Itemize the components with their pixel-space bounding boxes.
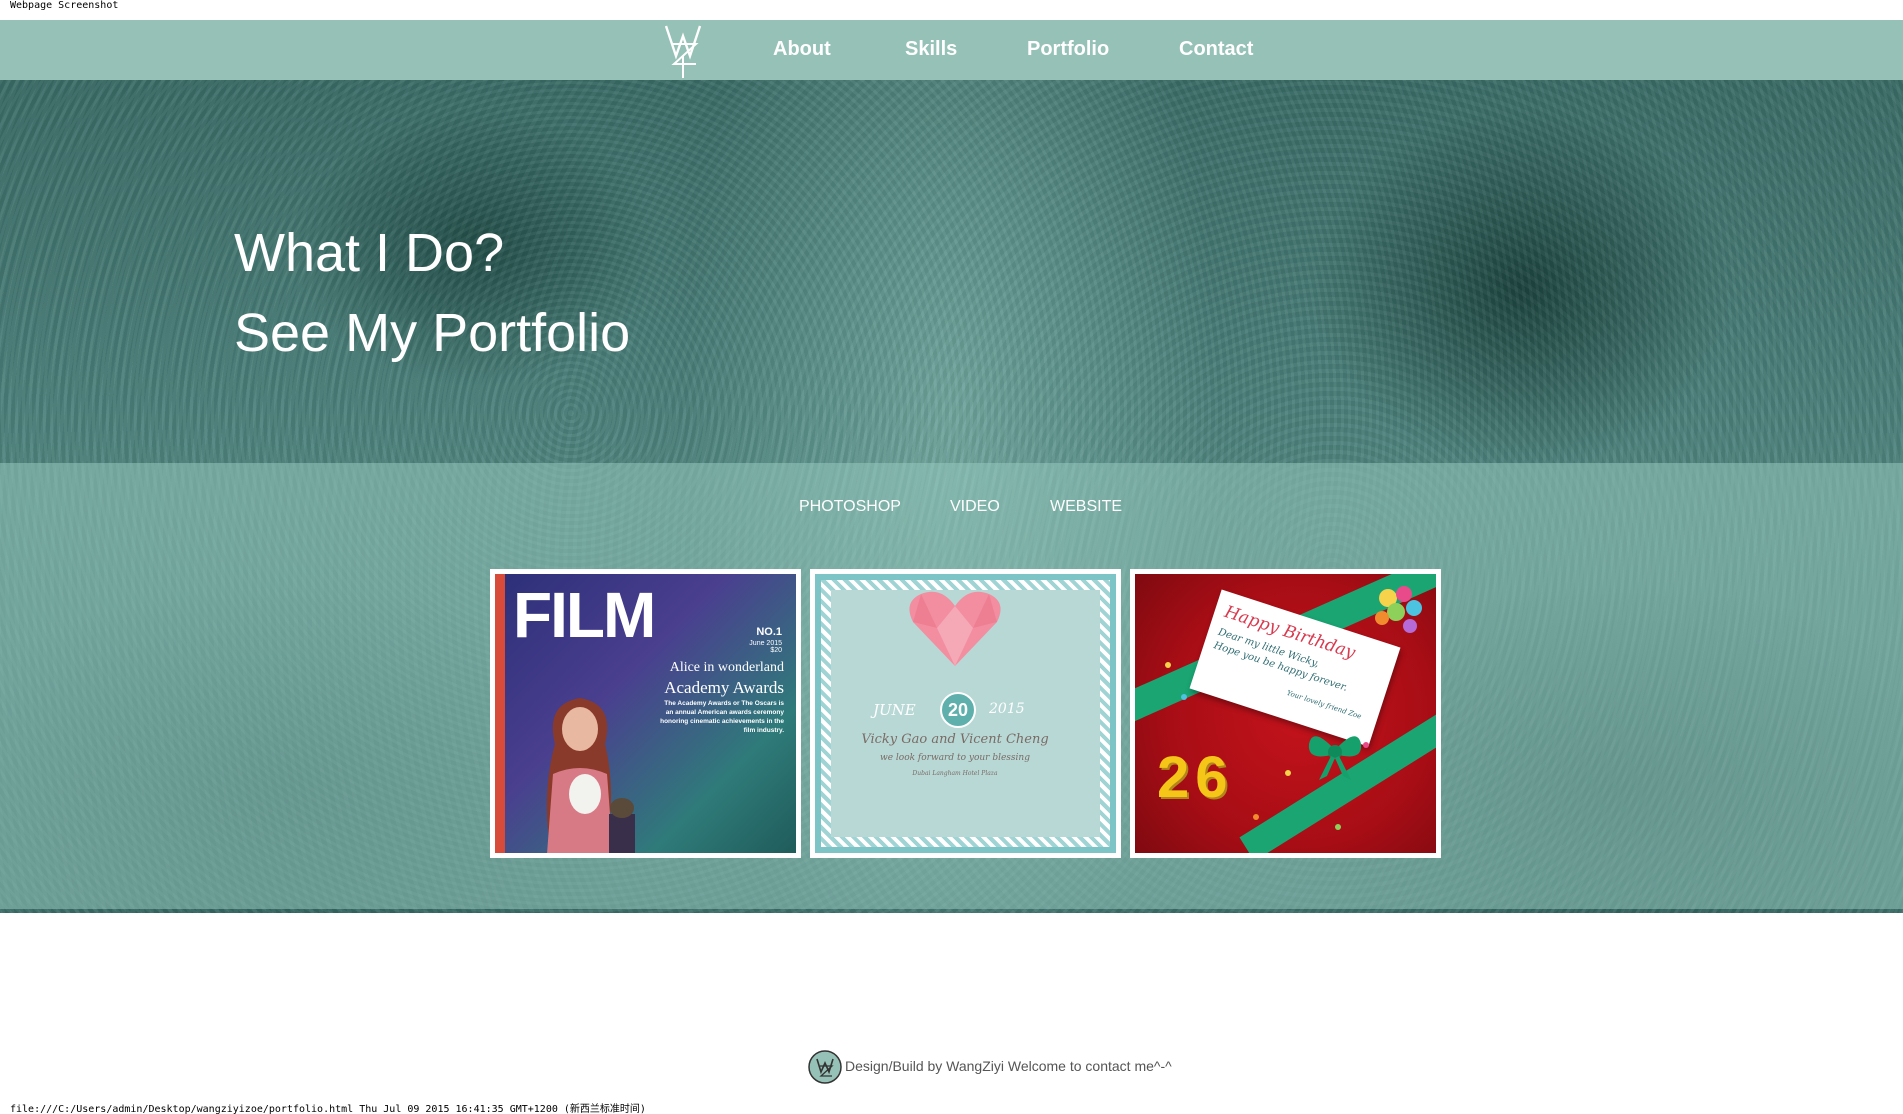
film-poster-image: FILM NO.1 June 2015 $20 Alice in wonderl…	[495, 574, 796, 853]
confetti-dot	[1181, 694, 1187, 700]
poster-date-text: June 2015	[749, 640, 782, 647]
print-header: Webpage Screenshot	[10, 0, 119, 11]
wedding-month: JUNE	[873, 701, 916, 719]
print-footer: file:///C:/Users/admin/Desktop/wangziyiz…	[10, 1104, 646, 1114]
tab-website[interactable]: WEBSITE	[1050, 495, 1122, 519]
poster-title: FILM	[513, 579, 656, 651]
footer: Design/Build by WangZiyi Welcome to cont…	[0, 1046, 1903, 1086]
portfolio-card-birthday[interactable]: Happy Birthday Dear my little Wicky, Hop…	[1130, 569, 1441, 858]
alice-figure-illustration	[546, 698, 635, 853]
wedding-names: Vicky Gao and Vicent Cheng	[861, 732, 1049, 747]
nav-link-about[interactable]: About	[773, 34, 831, 64]
nav-link-portfolio[interactable]: Portfolio	[1027, 34, 1109, 64]
wz-monogram-logo-icon[interactable]	[662, 22, 704, 80]
poster-issue: NO.1	[756, 626, 782, 638]
portfolio-card-film[interactable]: FILM NO.1 June 2015 $20 Alice in wonderl…	[490, 569, 801, 858]
poster-accent	[495, 574, 505, 853]
hero-section: What I Do? See My Portfolio PHOTOSHOP VI…	[0, 80, 1903, 913]
hero-title-line1: What I Do?	[234, 223, 505, 283]
confetti-dot	[1363, 742, 1369, 748]
confetti-dot	[1165, 662, 1171, 668]
poster-subtitle1: Alice in wonderland	[669, 660, 784, 675]
candle-number: 26	[1157, 745, 1234, 810]
poster-date: June 2015 $20	[749, 640, 782, 654]
hero-title-line2: See My Portfolio	[234, 303, 631, 363]
poster-subtitle2: Academy Awards	[664, 678, 784, 697]
portfolio-card-wedding[interactable]: JUNE 20 2015 Vicky Gao and Vicent Cheng …	[810, 569, 1121, 858]
poster-price: $20	[770, 647, 782, 654]
wedding-invitation-image: JUNE 20 2015 Vicky Gao and Vicent Cheng …	[815, 574, 1116, 853]
wedding-day-badge: 20	[940, 692, 976, 728]
birthday-card-image: Happy Birthday Dear my little Wicky, Hop…	[1135, 574, 1436, 853]
wedding-venue: Dubai Langham Hotel Plaza	[912, 770, 998, 777]
poster-blurb: The Academy Awards or The Oscars is an a…	[660, 700, 784, 734]
confetti-dot	[1253, 814, 1259, 820]
nav-link-skills[interactable]: Skills	[905, 34, 957, 64]
navbar: About Skills Portfolio Contact	[0, 20, 1903, 80]
heart-icon	[909, 591, 1001, 666]
greeting-signature: Your lovely friend Zoe	[1285, 688, 1363, 721]
confetti-dot	[1285, 770, 1291, 776]
footer-credit: Design/Build by WangZiyi Welcome to cont…	[845, 1058, 1172, 1074]
confetti-bunch-icon	[1375, 586, 1422, 633]
footer-logo-icon[interactable]	[808, 1050, 842, 1084]
tab-photoshop[interactable]: PHOTOSHOP	[799, 495, 901, 519]
wedding-blessing: we look forward to your blessing	[880, 753, 1030, 763]
portfolio-band: PHOTOSHOP VIDEO WEBSITE FILM NO.1 June 2…	[0, 463, 1903, 909]
wedding-year: 2015	[989, 701, 1025, 717]
nav-link-contact[interactable]: Contact	[1179, 34, 1253, 64]
bow-icon	[1308, 736, 1362, 780]
confetti-dot	[1335, 824, 1341, 830]
tab-video[interactable]: VIDEO	[950, 495, 1000, 519]
